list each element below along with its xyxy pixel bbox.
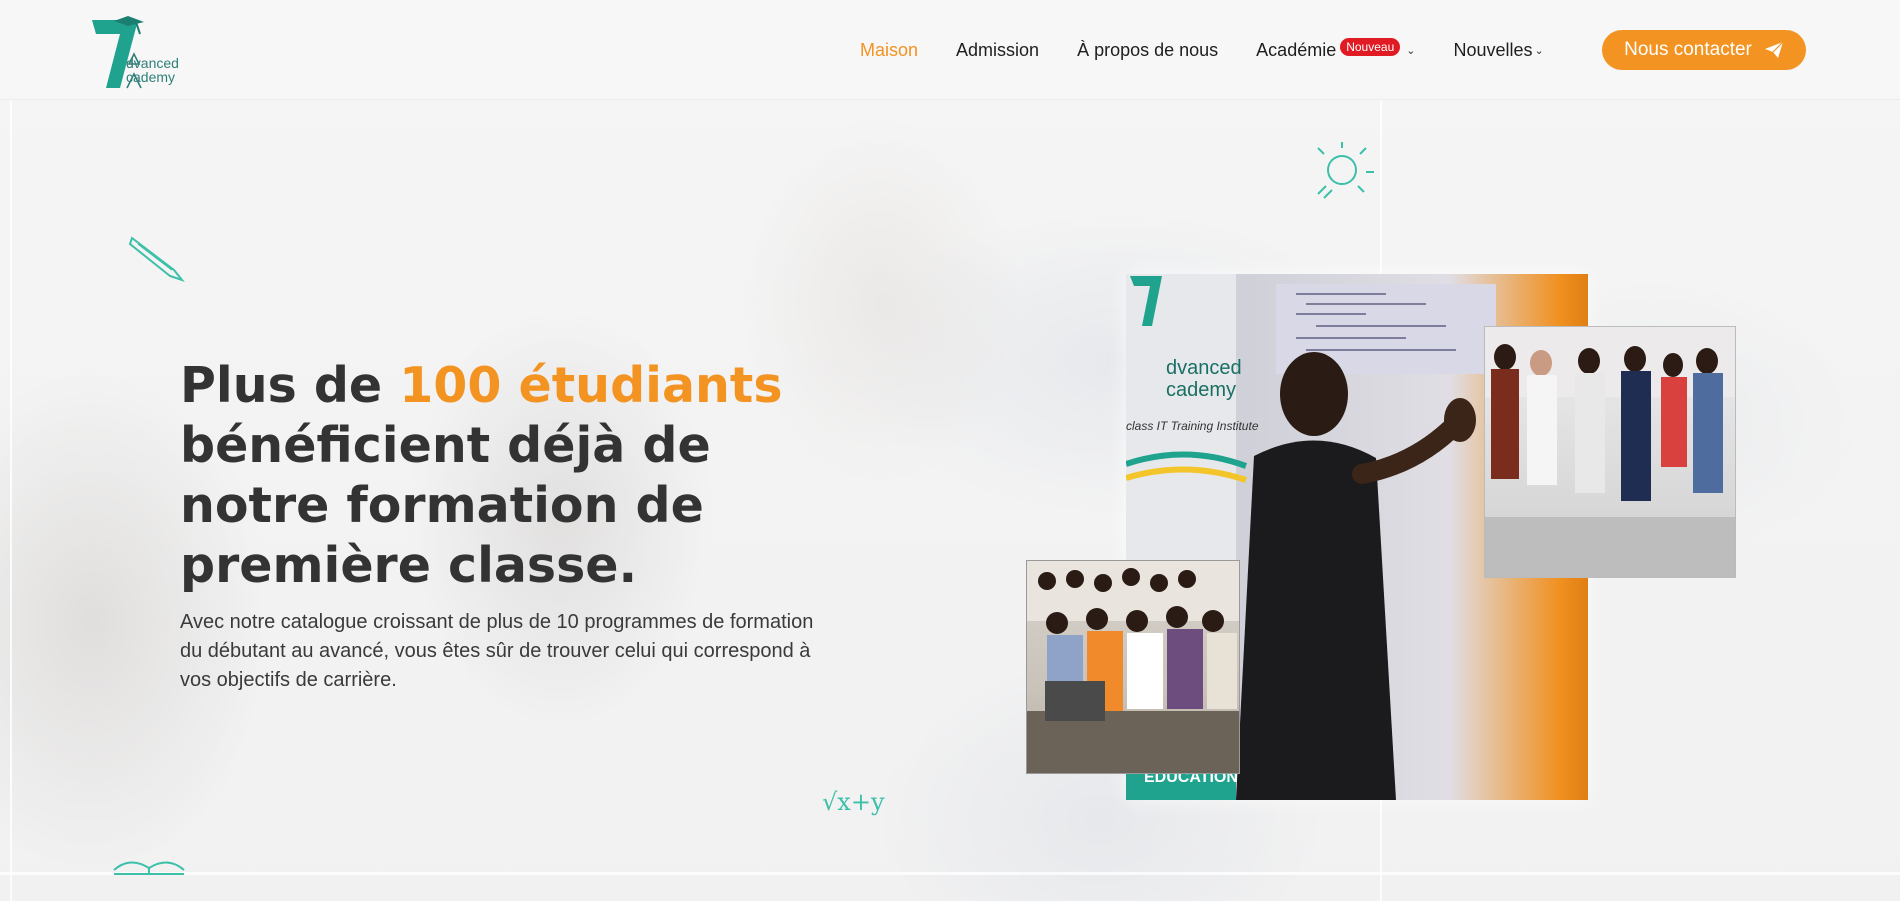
hero-title-highlight: 100 étudiants [399,357,783,414]
paper-plane-icon [1764,41,1784,58]
lightbulb-doodle-icon [1317,142,1374,199]
pencil-doodle-icon [128,236,185,283]
logo-text: dvanced cademy [126,56,179,84]
group-photo-illustration [1485,327,1735,577]
hero-title-start: Plus de [180,357,400,414]
logo-text-line2: cademy [126,69,176,85]
audience-photo-illustration [1027,561,1239,773]
chevron-down-icon: ⌄ [1406,44,1416,57]
nav-item-label: À propos de nous [1077,39,1219,60]
logo-text-line1: dvanced [126,55,179,71]
new-badge: Nouveau [1340,38,1401,56]
hero-title: Plus de 100 étudiants bénéficient déjà d… [180,356,820,596]
audience-photo [1026,560,1240,774]
nav-item-admission[interactable]: Admission [956,40,1039,61]
nav-item-nouvelles[interactable]: Nouvelles ⌄ [1453,40,1543,61]
nav-item-label: Admission [956,39,1040,60]
nav-item-maison[interactable]: Maison [860,40,918,61]
contact-button[interactable]: Nous contacter [1602,30,1806,70]
nav-item-label: Académie [1256,39,1337,60]
book-doodle-icon [113,861,185,875]
nav-item-a-propos[interactable]: À propos de nous [1077,40,1218,61]
site-header: dvanced cademy Maison Admission À propos… [0,0,1900,100]
main-nav: Maison Admission À propos de nous Académ… [860,0,1582,100]
contact-button-label: Nous contacter [1624,39,1752,60]
banner-text-line2: cademy [1166,379,1236,401]
banner-tagline: class IT Training Institute [1126,419,1259,433]
divider-line [10,100,12,901]
math-doodle: √x+y [822,788,885,816]
chevron-down-icon: ⌄ [1534,44,1544,57]
nav-item-label: Maison [860,39,919,60]
group-photo [1484,326,1736,578]
nav-item-academie[interactable]: Académie Nouveau ⌄ [1256,38,1416,61]
hero-description: Avec notre catalogue croissant de plus d… [180,611,814,691]
banner-text-line1: dvanced [1166,357,1242,379]
divider-line [0,872,1900,875]
hero-title-end: bénéficient déjà de notre formation de p… [180,417,711,594]
nav-item-label: Nouvelles [1453,39,1533,60]
